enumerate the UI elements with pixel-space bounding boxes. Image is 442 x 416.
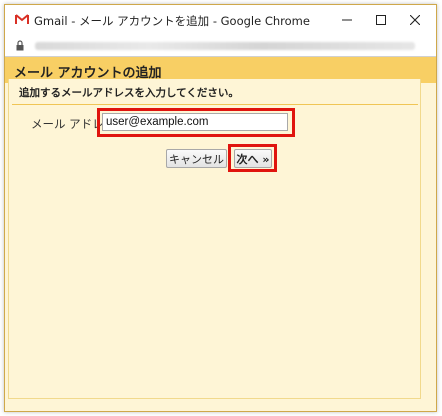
cancel-button[interactable]: キャンセル [166,149,227,168]
title-bar[interactable]: Gmail - メール アカウントを追加 - Google Chrome [5,5,436,35]
maximize-button[interactable] [364,5,398,35]
divider [12,104,418,105]
window-title: Gmail - メール アカウントを追加 - Google Chrome [34,14,310,28]
address-bar [5,35,436,57]
instruction-text: 追加するメールアドレスを入力してください。 [19,87,239,99]
email-input[interactable] [102,113,288,131]
gmail-icon [15,14,29,25]
close-icon [410,15,420,25]
close-button[interactable] [398,5,432,35]
maximize-icon [376,15,386,25]
minimize-button[interactable] [330,5,364,35]
lock-icon [16,40,24,51]
minimize-icon [342,19,352,21]
blurred-url [35,42,415,50]
next-button[interactable]: 次へ » [234,149,272,168]
